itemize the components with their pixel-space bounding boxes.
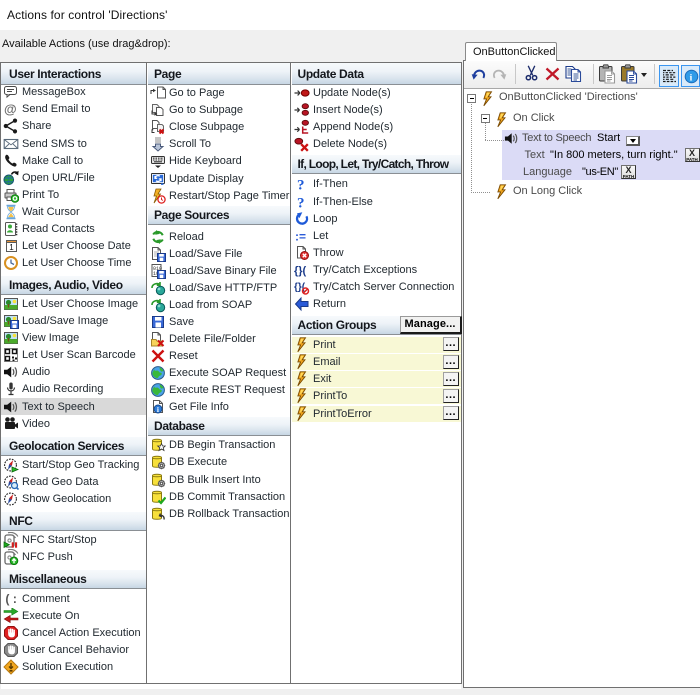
svg-text:?: ? xyxy=(297,178,305,193)
svg-text:1: 1 xyxy=(9,243,14,252)
svg-text:(:: (: xyxy=(4,593,18,607)
svg-text:?: ? xyxy=(297,195,305,210)
svg-text:i: i xyxy=(689,73,692,83)
svg-text:{}(: {}( xyxy=(294,282,306,293)
svg-text:@: @ xyxy=(4,102,17,117)
svg-text:i: i xyxy=(157,405,159,414)
svg-text:{}(: {}( xyxy=(294,265,307,277)
svg-text::=: := xyxy=(295,229,306,243)
